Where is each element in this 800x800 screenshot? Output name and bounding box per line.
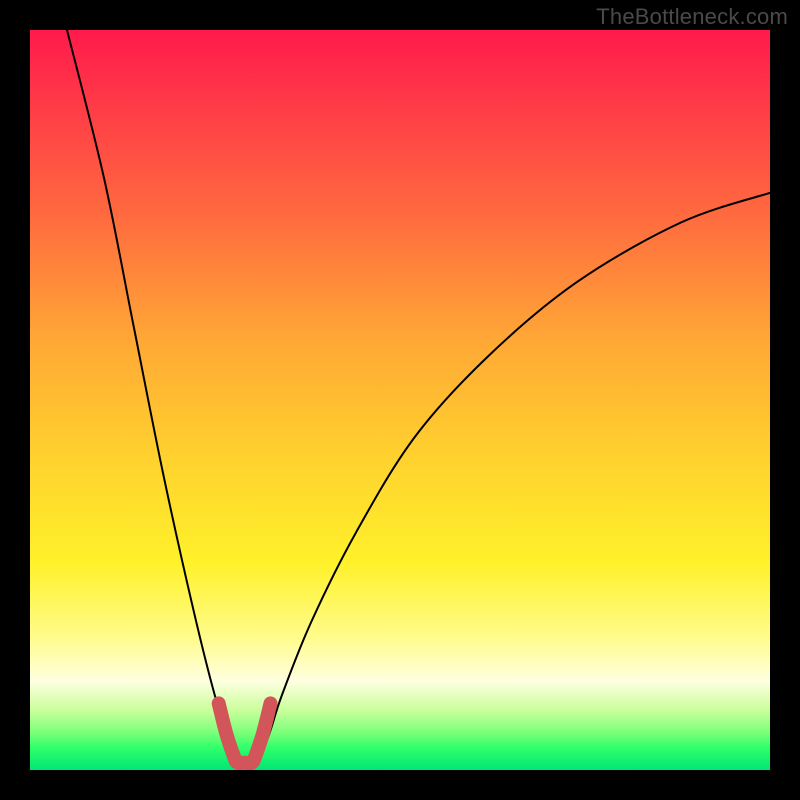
plot-frame [30,30,770,770]
bottleneck-curve [67,30,770,765]
plot-svg [30,30,770,770]
valley-highlight [219,703,271,763]
watermark-text: TheBottleneck.com [596,4,788,30]
